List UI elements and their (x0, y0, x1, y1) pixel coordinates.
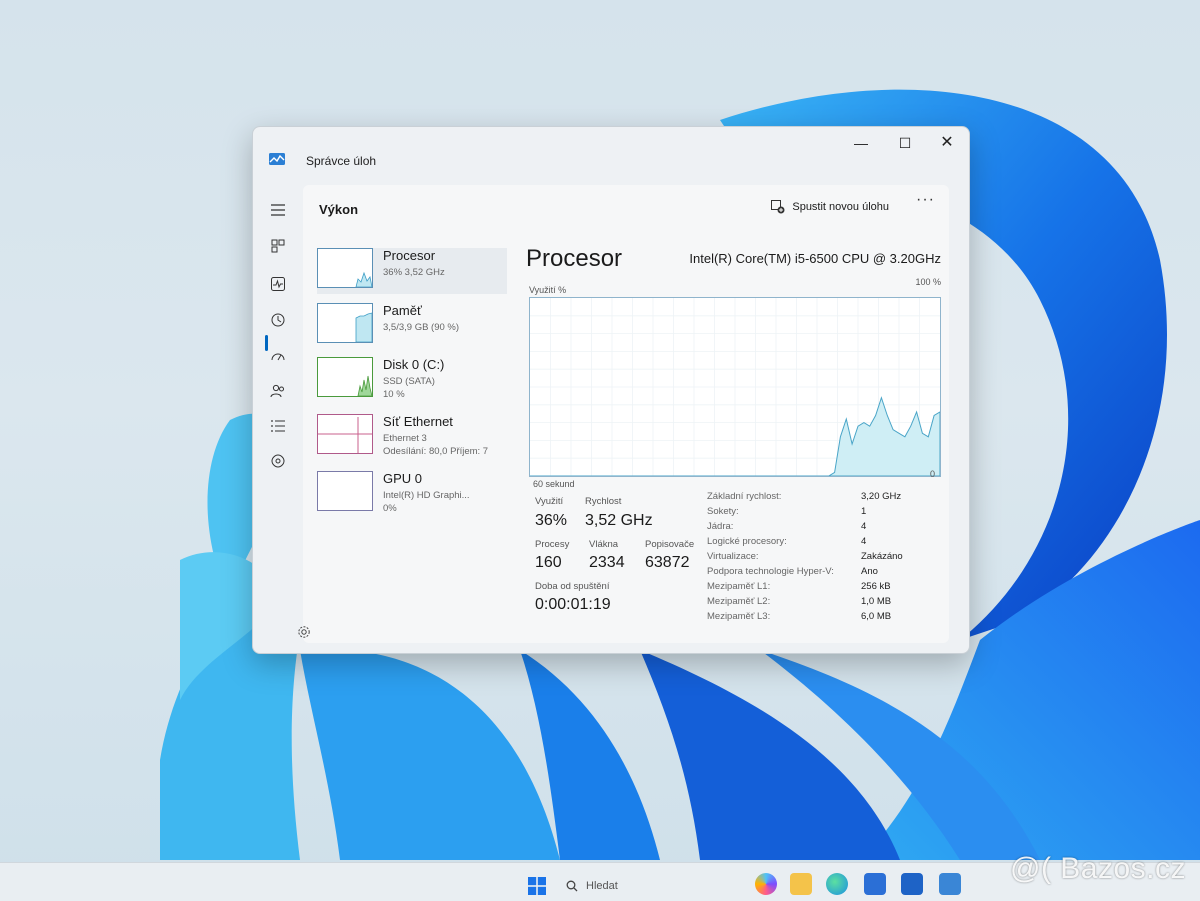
app-history-icon[interactable] (267, 309, 289, 331)
threads-label: Vlákna (589, 539, 619, 550)
outlook-icon[interactable] (901, 873, 923, 895)
spec-value: 6,0 MB (861, 611, 892, 622)
detail-title: Procesor (526, 245, 623, 272)
hamburger-menu-icon[interactable] (267, 199, 289, 221)
cpu-utilization-graph (529, 297, 941, 477)
spec-label: Logické procesory: (707, 536, 787, 547)
spec-label: Základní rychlost: (707, 491, 782, 502)
handles-label: Popisovače (645, 539, 695, 550)
taskbar-search[interactable]: Hledat (566, 875, 726, 897)
spec-value: 3,20 GHz (861, 491, 902, 502)
start-button[interactable] (528, 877, 546, 895)
title-bar[interactable]: Správce úloh — ☐ ✕ (253, 127, 969, 185)
navigation-rail (253, 187, 301, 653)
spec-label: Jádra: (707, 521, 734, 532)
device-detail: 36% 3,52 GHz (383, 267, 445, 278)
run-new-task-label: Spustit novou úlohu (792, 201, 889, 213)
device-gpu[interactable]: GPU 0 Intel(R) HD Graphi... 0% (317, 471, 507, 517)
device-detail-2: 0% (383, 503, 397, 514)
processes-label: Procesy (535, 539, 570, 550)
cpu-thumbnail-graph (317, 248, 373, 288)
page-header: Výkon Spustit novou úlohu ··· (303, 185, 949, 229)
run-task-icon (771, 200, 785, 214)
bazos-watermark: @( Bazos.cz (1010, 852, 1186, 885)
spec-value: 256 kB (861, 581, 891, 592)
device-name: Paměť (383, 303, 422, 318)
spec-value: 4 (861, 521, 867, 532)
speed-value: 3,52 GHz (585, 512, 653, 529)
device-disk[interactable]: Disk 0 (C:) SSD (SATA) 10 % (317, 357, 507, 403)
settings-icon[interactable] (297, 625, 311, 639)
services-icon[interactable] (267, 450, 289, 472)
uptime-value: 0:00:01:19 (535, 596, 611, 613)
device-detail: SSD (SATA) (383, 376, 435, 387)
page-title: Výkon (319, 202, 359, 217)
processes-value: 160 (535, 554, 562, 571)
task-manager-app-icon (269, 153, 285, 165)
graph-min-label: 0 (929, 469, 935, 479)
device-memory[interactable]: Paměť 3,5/3,9 GB (90 %) (317, 303, 507, 349)
startup-apps-icon[interactable] (267, 345, 289, 367)
memory-thumbnail-graph (317, 303, 373, 343)
device-detail-2: 10 % (383, 389, 405, 400)
close-button[interactable]: ✕ (927, 131, 967, 155)
copilot-icon[interactable] (755, 873, 777, 895)
device-detail: Ethernet 3 (383, 433, 427, 444)
performance-icon[interactable] (267, 273, 289, 295)
device-name: Procesor (383, 248, 436, 263)
speed-label: Rychlost (585, 496, 622, 507)
search-icon (566, 880, 578, 892)
maximize-button[interactable]: ☐ (885, 131, 925, 155)
disk-thumbnail-graph (317, 357, 373, 397)
spec-value: Ano (861, 566, 878, 577)
spec-value: 1,0 MB (861, 596, 892, 607)
details-icon[interactable] (267, 415, 289, 437)
spec-label: Podpora technologie Hyper-V: (707, 566, 834, 577)
spec-label: Virtualizace: (707, 551, 759, 562)
edge-icon[interactable] (826, 873, 848, 895)
ethernet-thumbnail-graph (317, 414, 373, 454)
device-ethernet[interactable]: Síť Ethernet Ethernet 3 Odesílání: 80,0 … (317, 414, 507, 460)
device-detail: Intel(R) HD Graphi... (383, 490, 470, 501)
processes-icon[interactable] (267, 235, 289, 257)
users-icon[interactable] (267, 380, 289, 402)
spec-value: 1 (861, 506, 867, 517)
graph-max-label: 100 % (915, 277, 941, 287)
device-detail: 3,5/3,9 GB (90 %) (383, 322, 460, 333)
spec-label: Mezipaměť L2: (707, 596, 771, 607)
run-new-task-button[interactable]: Spustit novou úlohu (771, 194, 889, 220)
performance-page: Výkon Spustit novou úlohu ··· Procesor 3… (303, 185, 949, 643)
uptime-label: Doba od spuštění (535, 581, 610, 592)
device-name: Disk 0 (C:) (383, 357, 445, 372)
file-explorer-icon[interactable] (790, 873, 812, 895)
threads-value: 2334 (589, 554, 625, 571)
task-manager-icon[interactable] (939, 873, 961, 895)
spec-label: Mezipaměť L3: (707, 611, 771, 622)
handles-value: 63872 (645, 554, 690, 571)
cpu-model-name: Intel(R) Core(TM) i5-6500 CPU @ 3.20GHz (689, 251, 941, 266)
more-options-button[interactable]: ··· (916, 191, 935, 209)
graph-time-label: 60 sekund (533, 479, 575, 489)
spec-label: Sokety: (707, 506, 739, 517)
utilization-value: 36% (535, 512, 568, 529)
spec-value: 4 (861, 536, 867, 547)
store-icon[interactable] (864, 873, 886, 895)
utilization-label: Využití (535, 496, 564, 507)
spec-label: Mezipaměť L1: (707, 581, 771, 592)
search-placeholder: Hledat (586, 880, 618, 892)
device-name: GPU 0 (383, 471, 423, 486)
window-title: Správce úloh (306, 154, 377, 168)
device-name: Síť Ethernet (383, 414, 453, 429)
graph-y-label: Využití % (529, 285, 567, 295)
task-manager-window: Správce úloh — ☐ ✕ Výkon Spustit novou ú… (252, 126, 970, 654)
device-detail-2: Odesílání: 80,0 Příjem: 7 (383, 446, 489, 457)
minimize-button[interactable]: — (841, 131, 881, 155)
gpu-thumbnail-graph (317, 471, 373, 511)
device-cpu[interactable]: Procesor 36% 3,52 GHz (317, 248, 507, 294)
spec-value: Zakázáno (861, 551, 903, 562)
